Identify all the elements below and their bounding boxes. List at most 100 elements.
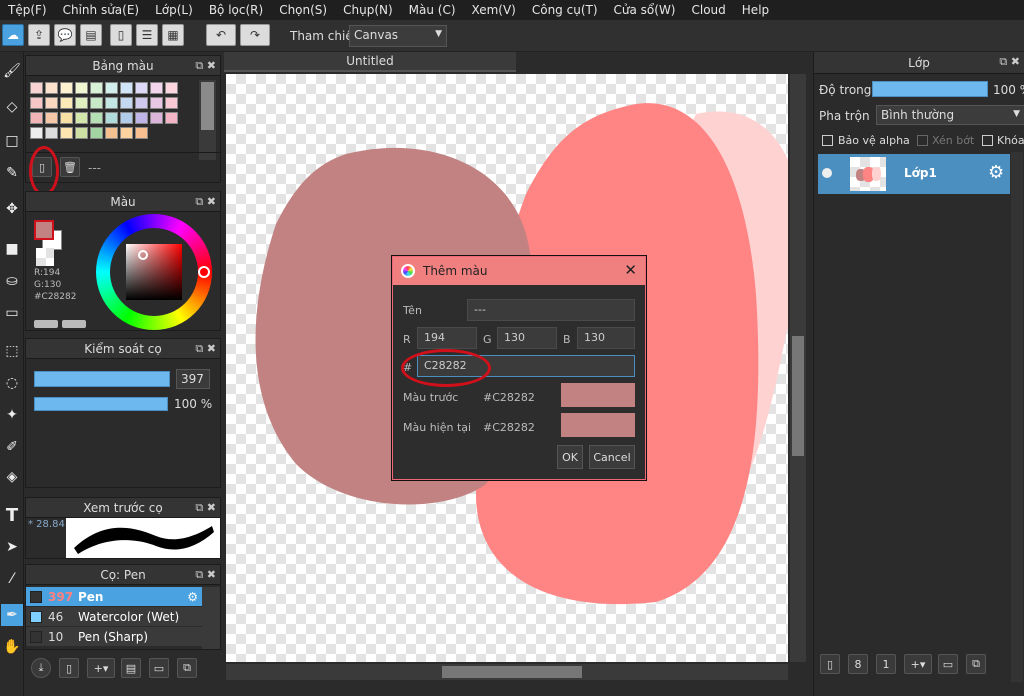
layers-scrollbar[interactable] <box>1011 152 1023 682</box>
eyedropper-icon[interactable]: ⁄ <box>1 568 23 590</box>
eraser-tool-icon[interactable]: ◇ <box>1 96 23 118</box>
popout-close-icon[interactable]: ⧉ ✖ <box>195 59 216 73</box>
menu-item[interactable]: Cửa sổ(W) <box>606 3 684 17</box>
palette-swatch[interactable] <box>150 82 163 94</box>
brush-row[interactable]: 46 Watercolor (Wet) <box>26 607 202 626</box>
color-mode-button[interactable] <box>34 320 58 328</box>
vscroll-thumb[interactable] <box>792 336 804 456</box>
hue-ring[interactable] <box>96 214 212 330</box>
protect-alpha-checkbox[interactable] <box>822 135 833 146</box>
magic-wand-icon[interactable]: ✦ <box>1 404 23 426</box>
palette-swatch[interactable] <box>105 97 118 109</box>
palette-swatch[interactable] <box>90 97 103 109</box>
brush-row[interactable]: 10 Pen (Sharp) <box>26 627 202 646</box>
lock-checkbox[interactable] <box>982 135 993 146</box>
blend-select[interactable]: Bình thường ▼ <box>876 105 1024 125</box>
palette-swatch[interactable] <box>60 112 73 124</box>
palette-swatch[interactable] <box>75 97 88 109</box>
palette-swatch[interactable] <box>120 82 133 94</box>
palette-swatch[interactable] <box>105 127 118 139</box>
palette-swatch[interactable] <box>30 127 43 139</box>
palette-swatch[interactable] <box>60 82 73 94</box>
clip-checkbox[interactable] <box>917 135 928 146</box>
opacity-slider[interactable] <box>34 397 168 411</box>
list-icon[interactable]: ☰ <box>136 24 158 46</box>
cloud-icon[interactable]: ☁ <box>2 24 24 46</box>
cancel-button[interactable]: Cancel <box>589 445 635 469</box>
new-1bit-layer-icon[interactable]: 1 <box>876 654 896 674</box>
add-layer-menu-icon[interactable]: +▾ <box>904 654 932 674</box>
size-slider[interactable] <box>34 371 170 387</box>
palette-swatch[interactable] <box>150 112 163 124</box>
palette-swatch[interactable] <box>135 127 148 139</box>
text-tool-icon[interactable]: T <box>1 504 23 526</box>
duplicate-icon[interactable]: ⧉ <box>177 658 197 678</box>
palette-swatch[interactable] <box>105 112 118 124</box>
menu-item[interactable]: Chỉnh sửa(E) <box>55 3 148 17</box>
gradient-tool-icon[interactable]: ▭ <box>1 302 23 324</box>
gear-icon[interactable]: ⚙ <box>988 162 1004 183</box>
chat-icon[interactable]: ▤ <box>80 24 102 46</box>
script-icon[interactable]: ▤ <box>121 658 141 678</box>
palette-swatch[interactable] <box>90 112 103 124</box>
palette-swatch[interactable] <box>165 82 178 94</box>
scroll-thumb[interactable] <box>201 82 214 130</box>
menu-item[interactable]: Màu (C) <box>401 3 464 17</box>
new-brush-icon[interactable]: ▯ <box>59 658 79 678</box>
palette-swatch[interactable] <box>150 97 163 109</box>
layer-row[interactable]: Lớp1 ⚙ <box>818 154 1010 194</box>
undo-button[interactable]: ↶ <box>206 24 236 46</box>
color-mode-button-2[interactable] <box>62 320 86 328</box>
select-pen-icon[interactable]: ✐ <box>1 436 23 458</box>
palette-swatch[interactable] <box>30 97 43 109</box>
duplicate-icon[interactable]: ⧉ <box>966 654 986 674</box>
new-8bit-layer-icon[interactable]: 8 <box>848 654 868 674</box>
b-field[interactable]: 130 <box>577 327 635 349</box>
operation-tool-icon[interactable]: ➤ <box>1 536 23 558</box>
comment-icon[interactable]: 💬 <box>54 24 76 46</box>
redo-button[interactable]: ↷ <box>240 24 270 46</box>
menu-item[interactable]: Cloud <box>684 3 734 17</box>
menu-item[interactable]: Tệp(F) <box>0 3 55 17</box>
menu-item[interactable]: Lớp(L) <box>147 3 201 17</box>
palette-swatch[interactable] <box>120 112 133 124</box>
fill-rect-tool-icon[interactable]: ■ <box>1 238 23 260</box>
palette-swatch[interactable] <box>75 82 88 94</box>
popout-close-icon[interactable]: ⧉ ✖ <box>195 501 216 515</box>
folder-icon[interactable]: ▭ <box>149 658 169 678</box>
select-eraser-icon[interactable]: ◈ <box>1 466 23 488</box>
pen-tool-icon[interactable]: ✎ <box>1 162 23 184</box>
palette-scrollbar[interactable] <box>199 80 216 160</box>
canvas-tab[interactable]: Untitled <box>224 52 516 72</box>
layer-opacity-slider[interactable] <box>872 81 988 97</box>
popout-close-icon[interactable]: ⧉ ✖ <box>999 55 1020 69</box>
palette-swatch[interactable] <box>135 82 148 94</box>
palette-swatch[interactable] <box>90 127 103 139</box>
popout-close-icon[interactable]: ⧉ ✖ <box>195 342 216 356</box>
palette-swatch[interactable] <box>75 112 88 124</box>
cloud-download-icon[interactable]: ⤓ <box>31 658 51 678</box>
add-brush-icon[interactable]: +▾ <box>87 658 115 678</box>
menu-item[interactable]: Xem(V) <box>464 3 524 17</box>
palette-swatch[interactable] <box>75 127 88 139</box>
canvas-hscroll[interactable] <box>226 664 788 680</box>
lasso-icon[interactable]: ◌ <box>1 372 23 394</box>
palette-swatch[interactable] <box>120 127 133 139</box>
sv-cursor[interactable] <box>138 250 148 260</box>
palette-swatch[interactable] <box>165 112 178 124</box>
dropper-active-icon[interactable]: ✒ <box>1 604 23 626</box>
palette-swatch[interactable] <box>30 82 43 94</box>
grid-icon[interactable]: ▦ <box>162 24 184 46</box>
r-field[interactable]: 194 <box>417 327 477 349</box>
visibility-icon[interactable] <box>822 168 832 178</box>
sv-square[interactable] <box>126 244 182 300</box>
size-value[interactable]: 397 <box>176 369 210 389</box>
menu-item[interactable]: Chọn(S) <box>271 3 335 17</box>
folder-icon[interactable]: ▭ <box>938 654 958 674</box>
palette-swatch[interactable] <box>60 97 73 109</box>
document-icon[interactable]: ▯ <box>110 24 132 46</box>
palette-swatch[interactable] <box>30 112 43 124</box>
menu-item[interactable]: Công cụ(T) <box>524 3 606 17</box>
canvas-vscroll[interactable] <box>790 74 806 662</box>
popout-close-icon[interactable]: ⧉ ✖ <box>195 195 216 209</box>
